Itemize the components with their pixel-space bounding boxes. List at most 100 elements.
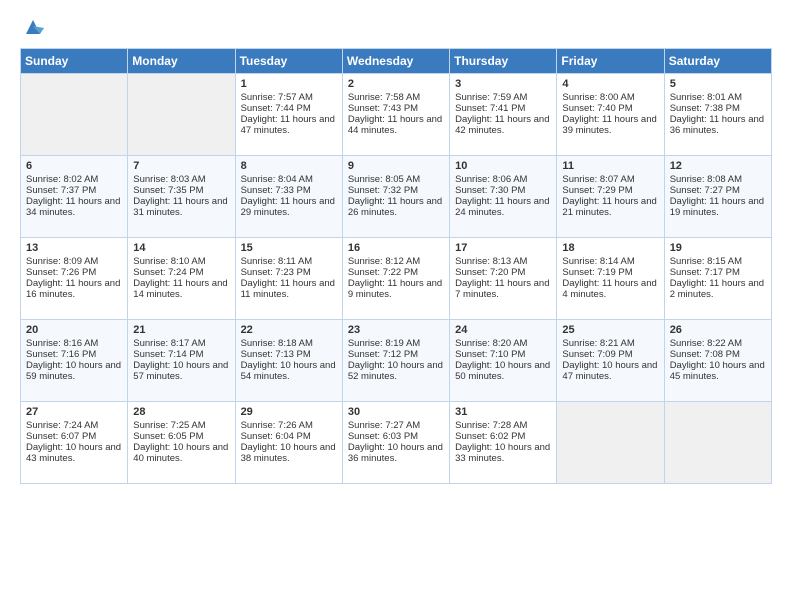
- calendar-week-row: 13Sunrise: 8:09 AMSunset: 7:26 PMDayligh…: [21, 238, 772, 320]
- logo: [20, 16, 44, 38]
- day-info: Sunset: 6:02 PM: [455, 431, 551, 442]
- day-info: Daylight: 11 hours and 26 minutes.: [348, 196, 444, 218]
- calendar-cell: 13Sunrise: 8:09 AMSunset: 7:26 PMDayligh…: [21, 238, 128, 320]
- day-number: 12: [670, 160, 766, 172]
- calendar-cell: 24Sunrise: 8:20 AMSunset: 7:10 PMDayligh…: [450, 320, 557, 402]
- calendar-cell: 7Sunrise: 8:03 AMSunset: 7:35 PMDaylight…: [128, 156, 235, 238]
- day-number: 26: [670, 324, 766, 336]
- calendar-cell: 25 Sunrise: 8:21 AMSunset: 7:09 PMDayligh…: [557, 320, 664, 402]
- day-info: Sunset: 7:13 PM: [241, 349, 337, 360]
- calendar-week-row: 6Sunrise: 8:02 AMSunset: 7:37 PMDaylight…: [21, 156, 772, 238]
- calendar-week-row: 27Sunrise: 7:24 AMSunset: 6:07 PMDayligh…: [21, 402, 772, 484]
- day-info: Sunset: 7:23 PM: [241, 267, 337, 278]
- day-info: Daylight: 11 hours and 31 minutes.: [133, 196, 229, 218]
- calendar-cell: 15Sunrise: 8:11 AMSunset: 7:23 PMDayligh…: [235, 238, 342, 320]
- calendar-cell: 21Sunrise: 8:17 AMSunset: 7:14 PMDayligh…: [128, 320, 235, 402]
- day-info: Sunrise: 8:07 AM: [562, 174, 658, 185]
- day-number: 31: [455, 406, 551, 418]
- day-info: Sunrise: 8:17 AM: [133, 338, 229, 349]
- day-info: Sunrise: 8:22 AM: [670, 338, 766, 349]
- day-info: Daylight: 10 hours and 47 minutes.: [562, 360, 658, 382]
- weekday-header: Sunday: [21, 49, 128, 74]
- day-info: Daylight: 10 hours and 59 minutes.: [26, 360, 122, 382]
- day-number: 2: [348, 78, 444, 90]
- calendar-cell: [664, 402, 771, 484]
- day-info: Sunrise: 7:28 AM: [455, 420, 551, 431]
- day-info: Sunrise: 8:11 AM: [241, 256, 337, 267]
- day-info: Sunrise: 8:19 AM: [348, 338, 444, 349]
- day-info: Sunset: 6:05 PM: [133, 431, 229, 442]
- day-info: Sunrise: 7:24 AM: [26, 420, 122, 431]
- day-info: Sunset: 7:22 PM: [348, 267, 444, 278]
- day-info: Sunrise: 8:18 AM: [241, 338, 337, 349]
- day-info: Sunrise: 7:25 AM: [133, 420, 229, 431]
- calendar-cell: 3Sunrise: 7:59 AMSunset: 7:41 PMDaylight…: [450, 74, 557, 156]
- day-info: Sunrise: 7:27 AM: [348, 420, 444, 431]
- day-info: Sunset: 7:30 PM: [455, 185, 551, 196]
- weekday-header: Tuesday: [235, 49, 342, 74]
- logo-icon: [22, 16, 44, 38]
- calendar-week-row: 1Sunrise: 7:57 AMSunset: 7:44 PMDaylight…: [21, 74, 772, 156]
- day-number: 3: [455, 78, 551, 90]
- day-info: Sunset: 7:17 PM: [670, 267, 766, 278]
- calendar-cell: 28 Sunrise: 7:25 AMSunset: 6:05 PMDayligh…: [128, 402, 235, 484]
- day-info: Daylight: 11 hours and 36 minutes.: [670, 114, 766, 136]
- calendar-cell: 8Sunrise: 8:04 AMSunset: 7:33 PMDaylight…: [235, 156, 342, 238]
- day-info: Sunset: 7:20 PM: [455, 267, 551, 278]
- day-info: Sunrise: 8:09 AM: [26, 256, 122, 267]
- day-number: 27: [26, 406, 122, 418]
- day-number: 23: [348, 324, 444, 336]
- day-info: Daylight: 10 hours and 43 minutes.: [26, 442, 122, 464]
- day-info: Sunrise: 7:57 AM: [241, 92, 337, 103]
- calendar-cell: 27Sunrise: 7:24 AMSunset: 6:07 PMDayligh…: [21, 402, 128, 484]
- day-info: Sunrise: 8:12 AM: [348, 256, 444, 267]
- day-info: Sunset: 7:27 PM: [670, 185, 766, 196]
- day-info: Daylight: 11 hours and 47 minutes.: [241, 114, 337, 136]
- day-info: Daylight: 11 hours and 14 minutes.: [133, 278, 229, 300]
- day-number: 28: [133, 406, 229, 418]
- calendar-cell: 29Sunrise: 7:26 AMSunset: 6:04 PMDayligh…: [235, 402, 342, 484]
- calendar-cell: 18Sunrise: 8:14 AMSunset: 7:19 PMDayligh…: [557, 238, 664, 320]
- weekday-header: Wednesday: [342, 49, 449, 74]
- calendar-cell: 1Sunrise: 7:57 AMSunset: 7:44 PMDaylight…: [235, 74, 342, 156]
- calendar-cell: 12Sunrise: 8:08 AMSunset: 7:27 PMDayligh…: [664, 156, 771, 238]
- day-number: 9: [348, 160, 444, 172]
- day-info: Daylight: 11 hours and 34 minutes.: [26, 196, 122, 218]
- day-info: Daylight: 11 hours and 39 minutes.: [562, 114, 658, 136]
- day-number: 17: [455, 242, 551, 254]
- day-info: Sunrise: 8:02 AM: [26, 174, 122, 185]
- calendar-cell: 4Sunrise: 8:00 AMSunset: 7:40 PMDaylight…: [557, 74, 664, 156]
- weekday-header: Monday: [128, 49, 235, 74]
- day-info: Sunrise: 8:10 AM: [133, 256, 229, 267]
- day-number: 25: [562, 324, 658, 336]
- day-info: Daylight: 11 hours and 21 minutes.: [562, 196, 658, 218]
- day-info: Sunrise: 8:01 AM: [670, 92, 766, 103]
- day-info: Daylight: 10 hours and 40 minutes.: [133, 442, 229, 464]
- day-number: 11: [562, 160, 658, 172]
- day-info: Sunrise: 8:21 AM: [562, 338, 658, 349]
- day-info: Sunset: 7:40 PM: [562, 103, 658, 114]
- day-info: Sunset: 7:08 PM: [670, 349, 766, 360]
- day-info: Daylight: 10 hours and 54 minutes.: [241, 360, 337, 382]
- day-info: Sunset: 7:24 PM: [133, 267, 229, 278]
- day-number: 5: [670, 78, 766, 90]
- day-info: Daylight: 11 hours and 42 minutes.: [455, 114, 551, 136]
- day-info: Sunrise: 8:14 AM: [562, 256, 658, 267]
- day-info: Sunrise: 8:05 AM: [348, 174, 444, 185]
- calendar-cell: 17Sunrise: 8:13 AMSunset: 7:20 PMDayligh…: [450, 238, 557, 320]
- day-number: 8: [241, 160, 337, 172]
- day-number: 13: [26, 242, 122, 254]
- day-info: Sunset: 7:43 PM: [348, 103, 444, 114]
- day-info: Sunset: 7:10 PM: [455, 349, 551, 360]
- day-number: 18: [562, 242, 658, 254]
- day-number: 7: [133, 160, 229, 172]
- day-info: Sunset: 7:09 PM: [562, 349, 658, 360]
- day-number: 15: [241, 242, 337, 254]
- day-info: Sunrise: 7:59 AM: [455, 92, 551, 103]
- day-number: 24: [455, 324, 551, 336]
- day-info: Sunset: 7:29 PM: [562, 185, 658, 196]
- calendar-header: [20, 16, 772, 38]
- day-info: Sunrise: 8:08 AM: [670, 174, 766, 185]
- day-number: 29: [241, 406, 337, 418]
- day-info: Daylight: 10 hours and 36 minutes.: [348, 442, 444, 464]
